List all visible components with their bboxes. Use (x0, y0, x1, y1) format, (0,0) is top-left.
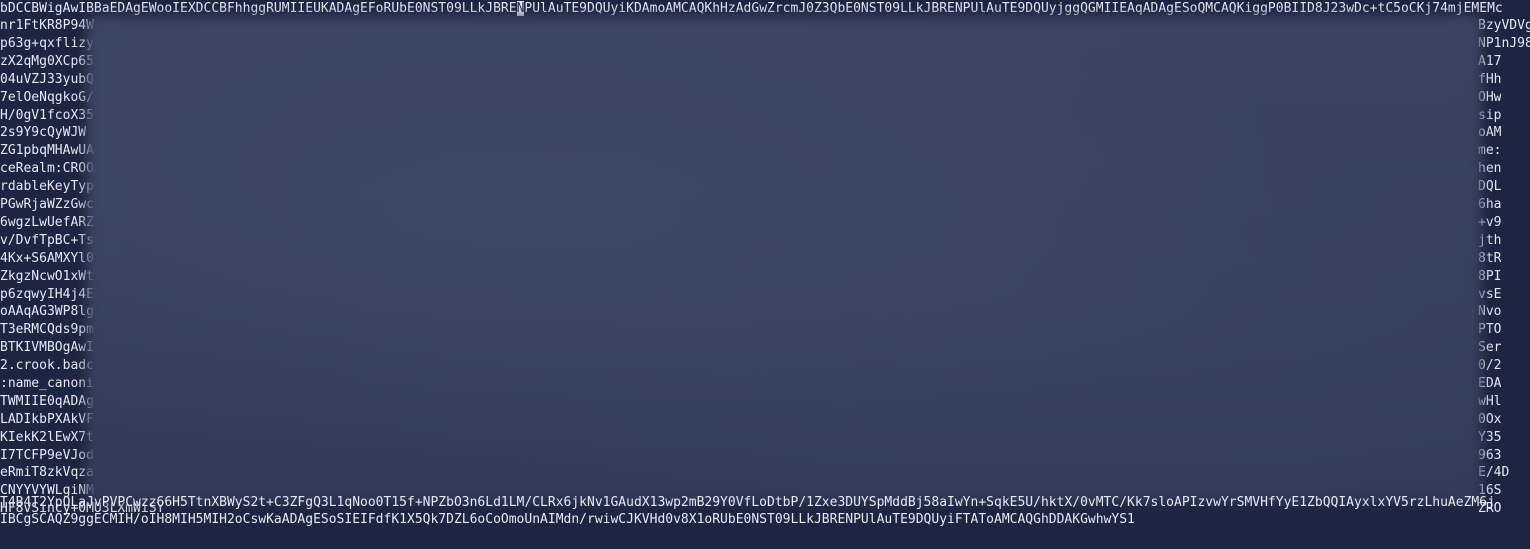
first-line-after-cursor: PUlAuTE9DQUyiKDAmoAMCAQKhHzAdGwZrcmJ0Z3Q… (524, 1, 1503, 16)
first-line-before-cursor: bDCCBWigAwIBBaEDAgEWooIEXDCCBFhhggRUMIIE… (0, 1, 517, 16)
blurred-region (88, 16, 1480, 502)
terminal-bottom-line: T4B4T2YpOLaJvPVPCwzz66H5TtnXBWyS2t+C3ZFg… (0, 495, 1495, 510)
terminal-window[interactable]: bDCCBWigAwIBBaEDAgEWooIEXDCCBFhhggRUMIIE… (0, 0, 1530, 549)
terminal-line-left-fragment: 2s9Y9cQyWJW (0, 125, 87, 140)
terminal-bottom-line: IBCgSCAQZ9ggECMIH/oIH8MIH5MIH2oCswKaADAg… (0, 512, 1135, 527)
